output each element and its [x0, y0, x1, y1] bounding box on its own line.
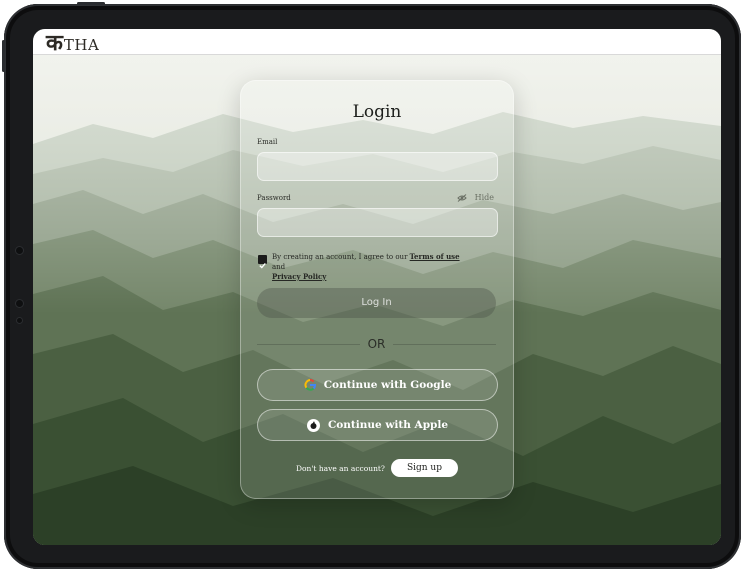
password-visibility-toggle[interactable]: Hide — [456, 193, 494, 202]
device-sensor — [16, 300, 23, 307]
agree-checkbox[interactable] — [258, 255, 267, 269]
signup-row: Don't have an account? Sign up — [241, 459, 513, 477]
no-account-text: Don't have an account? — [296, 463, 385, 473]
google-button-label: Continue with Google — [323, 379, 452, 391]
password-field[interactable] — [257, 208, 498, 237]
or-divider: OR — [257, 337, 496, 351]
login-card: Login Email Password Hide By creating an… — [240, 80, 514, 499]
apple-button-label: Continue with Apple — [327, 419, 449, 431]
continue-with-google-button[interactable]: Continue with Google — [257, 369, 498, 401]
sign-up-button[interactable]: Sign up — [390, 459, 458, 477]
email-field[interactable] — [257, 152, 498, 181]
privacy-policy-link[interactable]: Privacy Policy — [272, 272, 326, 281]
tablet-device: क THA Login Email Password Hide By creat… — [0, 0, 745, 573]
terms-text: By creating an account, I agree to our T… — [272, 252, 472, 282]
screen: क THA Login Email Password Hide By creat… — [33, 29, 721, 545]
log-in-button[interactable]: Log In — [257, 288, 496, 318]
check-icon — [259, 262, 266, 269]
email-label: Email — [257, 138, 278, 146]
terms-of-use-link[interactable]: Terms of use — [410, 252, 460, 261]
device-side-button — [2, 40, 5, 72]
top-bar: क THA — [33, 29, 721, 55]
logo-text: THA — [63, 36, 100, 54]
login-title: Login — [352, 102, 402, 122]
logo-mark: क — [46, 30, 63, 56]
google-icon — [304, 379, 316, 391]
continue-with-apple-button[interactable]: Continue with Apple — [257, 409, 498, 441]
device-top-button — [77, 2, 105, 5]
password-label: Password — [257, 194, 291, 202]
app-logo[interactable]: क THA — [46, 30, 99, 54]
apple-icon — [306, 418, 320, 432]
device-sensor — [17, 318, 22, 323]
device-camera — [16, 247, 23, 254]
divider-line-right — [393, 344, 496, 345]
terms-prefix: By creating an account, I agree to our — [272, 253, 410, 261]
eye-off-icon — [456, 193, 467, 202]
terms-and: and — [272, 263, 286, 271]
hide-label: Hide — [474, 193, 494, 202]
